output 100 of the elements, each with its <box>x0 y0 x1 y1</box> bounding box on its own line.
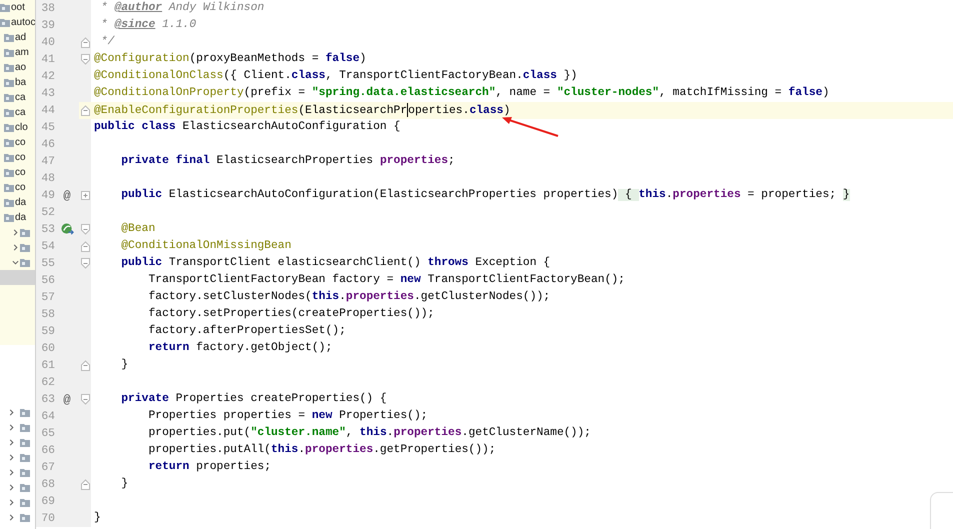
folder-icon <box>20 243 30 252</box>
expand-fold-icon[interactable] <box>80 190 90 201</box>
bean-icon[interactable] <box>60 223 74 236</box>
code-line: factory.setProperties(createProperties()); <box>147 307 434 322</box>
tree-row[interactable]: co <box>0 165 35 180</box>
tree-row[interactable]: da <box>0 195 35 210</box>
line-number: 44 <box>40 104 55 116</box>
line-number: 43 <box>40 88 55 100</box>
folder-icon <box>20 513 30 522</box>
line-number: 49 <box>40 190 55 202</box>
line-number: 59 <box>40 326 55 338</box>
line-number: 40 <box>40 36 55 48</box>
tree-row[interactable]: ad <box>0 30 35 45</box>
override-marker[interactable]: @ <box>63 188 71 202</box>
annotation-arrow <box>500 114 560 138</box>
code-line: @ConditionalOnMissingBean <box>120 239 292 254</box>
line-number: 39 <box>40 20 55 32</box>
folder-icon <box>20 228 30 237</box>
fold-icon[interactable] <box>80 258 90 269</box>
folder-icon <box>20 438 30 447</box>
tree-row[interactable]: ca <box>0 90 35 105</box>
tree-label: co <box>15 136 26 148</box>
line-number: 38 <box>40 2 55 14</box>
fold-icon[interactable] <box>80 479 90 490</box>
code-line: public TransportClient elasticsearchClient() throws Exception { <box>120 256 550 271</box>
line-number: 48 <box>40 172 55 184</box>
tree-row[interactable]: ao <box>0 60 35 75</box>
tree-label: clo <box>15 122 28 134</box>
code-line: @ConditionalOnClass({ Client.class, TransportClientFactoryBean.class }) <box>94 69 578 84</box>
fold-icon[interactable] <box>80 54 90 65</box>
tree-row[interactable]: co <box>0 150 35 165</box>
code-line: factory.setClusterNodes(this.properties.getClusterNodes()); <box>147 290 550 305</box>
folder-icon <box>4 153 14 162</box>
folder-icon <box>4 213 14 222</box>
tree-row[interactable]: ba <box>0 75 35 90</box>
tree-label: co <box>15 166 26 178</box>
tree-row[interactable]: da <box>0 210 35 225</box>
folder-icon <box>20 468 30 477</box>
folder-icon <box>20 258 30 267</box>
line-number: 54 <box>40 240 55 252</box>
text-caret <box>407 102 408 116</box>
folder-icon <box>4 183 14 192</box>
folder-icon <box>4 168 14 177</box>
folder-icon <box>0 3 10 12</box>
chevron-right-icon[interactable] <box>8 454 15 461</box>
chevron-right-icon[interactable] <box>12 229 19 236</box>
tree-row[interactable]: autoc <box>0 15 35 30</box>
tree-label: ao <box>15 62 26 74</box>
folder-icon <box>20 498 30 507</box>
line-number: 60 <box>40 342 55 354</box>
line-number: 64 <box>40 410 55 422</box>
chevron-down-icon[interactable] <box>12 259 19 266</box>
code-line: properties.putAll(this.properties.getProperties()); <box>147 443 496 458</box>
chevron-right-icon[interactable] <box>8 514 15 521</box>
tree-row[interactable]: clo <box>0 120 35 135</box>
line-number: 56 <box>40 274 55 286</box>
line-number: 65 <box>40 428 55 440</box>
code-line: public class ElasticsearchAutoConfiguration { <box>94 120 400 135</box>
line-number: 46 <box>40 138 55 150</box>
line-number: 68 <box>40 478 55 490</box>
tree-row[interactable]: co <box>0 135 35 150</box>
chevron-right-icon[interactable] <box>8 409 15 416</box>
chevron-right-icon[interactable] <box>12 244 19 251</box>
folder-icon <box>4 78 14 87</box>
code-line: public ElasticsearchAutoConfiguration(ElasticsearchProperties properties) { this.properties = properties; } <box>120 188 850 203</box>
chevron-right-icon[interactable] <box>8 424 15 431</box>
fold-icon[interactable] <box>80 37 90 48</box>
override-marker[interactable]: @ <box>63 392 71 406</box>
chevron-right-icon[interactable] <box>8 499 15 506</box>
tree-row[interactable]: co <box>0 180 35 195</box>
folder-icon <box>4 123 14 132</box>
folder-icon <box>4 33 14 42</box>
line-number: 53 <box>40 224 55 236</box>
tree-label: ca <box>15 106 26 118</box>
tree-row[interactable]: ca <box>0 105 35 120</box>
line-number: 47 <box>40 156 55 168</box>
chevron-right-icon[interactable] <box>8 484 15 491</box>
folder-icon <box>4 63 14 72</box>
chevron-right-icon[interactable] <box>8 439 15 446</box>
chevron-right-icon[interactable] <box>8 469 15 476</box>
tree-label: oot <box>11 2 25 14</box>
fold-icon[interactable] <box>80 360 90 371</box>
folder-icon <box>4 93 14 102</box>
code-line: TransportClientFactoryBean factory = new TransportClientFactoryBean(); <box>147 273 625 288</box>
fold-icon[interactable] <box>80 241 90 252</box>
code-line: private Properties createProperties() { <box>120 392 387 407</box>
tree-label: da <box>15 196 26 208</box>
line-number: 61 <box>40 360 55 372</box>
line-number: 63 <box>40 394 55 406</box>
fold-icon[interactable] <box>80 224 90 235</box>
line-number: 62 <box>40 376 55 388</box>
folder-icon <box>0 18 10 27</box>
line-number: 58 <box>40 308 55 320</box>
code-line: Properties properties = new Properties(); <box>147 409 428 424</box>
tree-row[interactable]: oot <box>0 0 35 15</box>
tree-label: co <box>15 152 26 164</box>
fold-icon[interactable] <box>80 394 90 405</box>
folder-icon <box>4 108 14 117</box>
tree-row[interactable]: am <box>0 45 35 60</box>
fold-icon[interactable] <box>80 105 90 116</box>
